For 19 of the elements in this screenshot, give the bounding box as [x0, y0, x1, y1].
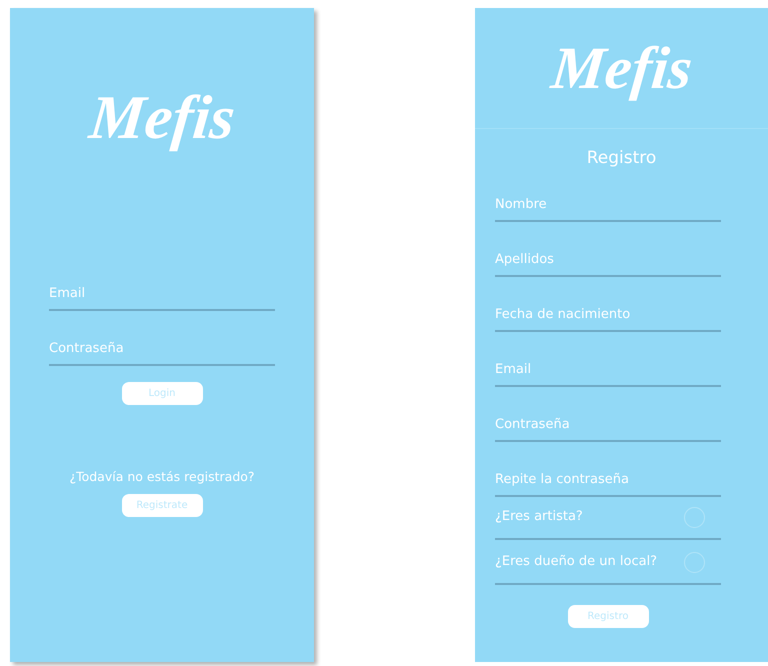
login-button[interactable]: Login	[122, 382, 202, 405]
input-field[interactable]: Contraseña	[49, 333, 275, 366]
option-label: ¿Eres dueño de un local?	[495, 554, 658, 569]
logo: Mefis	[547, 34, 696, 103]
input-field[interactable]: Contraseña	[495, 409, 721, 442]
register-prompt: ¿Todavía no estás registrado?	[69, 469, 255, 484]
screen-title: Registro	[586, 148, 656, 168]
option-label: ¿Eres artista?	[495, 509, 583, 524]
logo: Mefis	[85, 83, 239, 154]
input-field[interactable]: Nombre	[495, 189, 721, 222]
input-field[interactable]: Fecha de nacimiento	[495, 299, 721, 332]
register-button[interactable]: Registro	[568, 605, 648, 628]
input-field[interactable]: Repite la contraseña	[495, 464, 721, 497]
input-field[interactable]: Apellidos	[495, 244, 721, 277]
input-field[interactable]: Email	[49, 278, 275, 311]
register-button[interactable]: Registrate	[122, 494, 202, 517]
radio-button[interactable]	[684, 507, 705, 528]
radio-button[interactable]	[684, 552, 705, 573]
input-field[interactable]: Email	[495, 354, 721, 387]
